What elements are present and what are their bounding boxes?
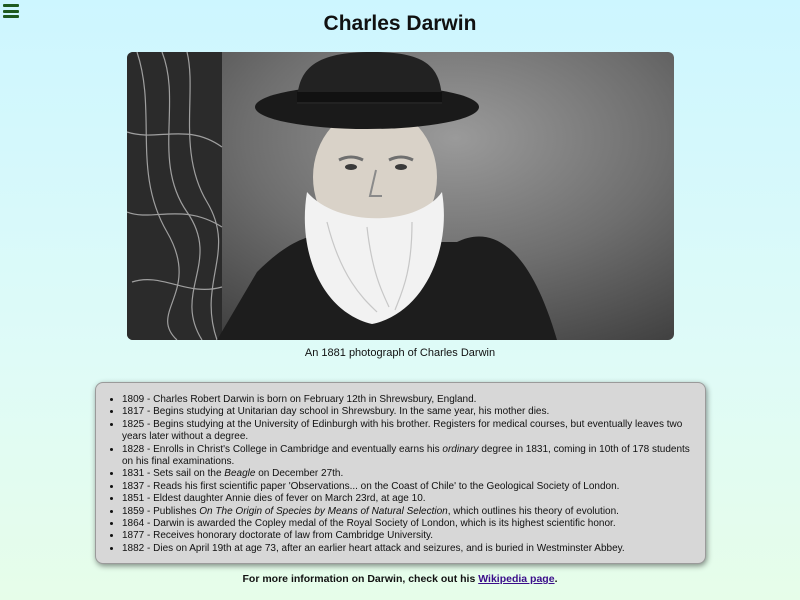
timeline-item: 1859 - Publishes On The Origin of Specie… (122, 506, 697, 518)
timeline-item: 1882 - Dies on April 19th at age 73, aft… (122, 543, 697, 555)
portrait-illustration (127, 52, 557, 340)
timeline-item: 1877 - Receives honorary doctorate of la… (122, 530, 697, 542)
timeline-item: 1817 - Begins studying at Unitarian day … (122, 406, 697, 418)
page-title: Charles Darwin (323, 12, 477, 35)
timeline-panel: 1809 - Charles Robert Darwin is born on … (95, 382, 706, 564)
timeline-item: 1851 - Eldest daughter Annie dies of fev… (122, 493, 697, 505)
timeline-item: 1828 - Enrolls in Christ's College in Ca… (122, 444, 697, 469)
wikipedia-link[interactable]: Wikipedia page (478, 573, 554, 585)
darwin-photo (127, 52, 674, 340)
timeline-item: 1831 - Sets sail on the Beagle on Decemb… (122, 468, 697, 480)
timeline-item: 1809 - Charles Robert Darwin is born on … (122, 394, 697, 406)
timeline-item: 1825 - Begins studying at the University… (122, 419, 697, 444)
timeline-list: 1809 - Charles Robert Darwin is born on … (100, 394, 697, 555)
timeline-item: 1864 - Darwin is awarded the Copley meda… (122, 518, 697, 530)
footer-note: For more information on Darwin, check ou… (242, 573, 558, 585)
photo-caption: An 1881 photograph of Charles Darwin (304, 347, 496, 359)
timeline-item: 1837 - Reads his first scientific paper … (122, 481, 697, 493)
